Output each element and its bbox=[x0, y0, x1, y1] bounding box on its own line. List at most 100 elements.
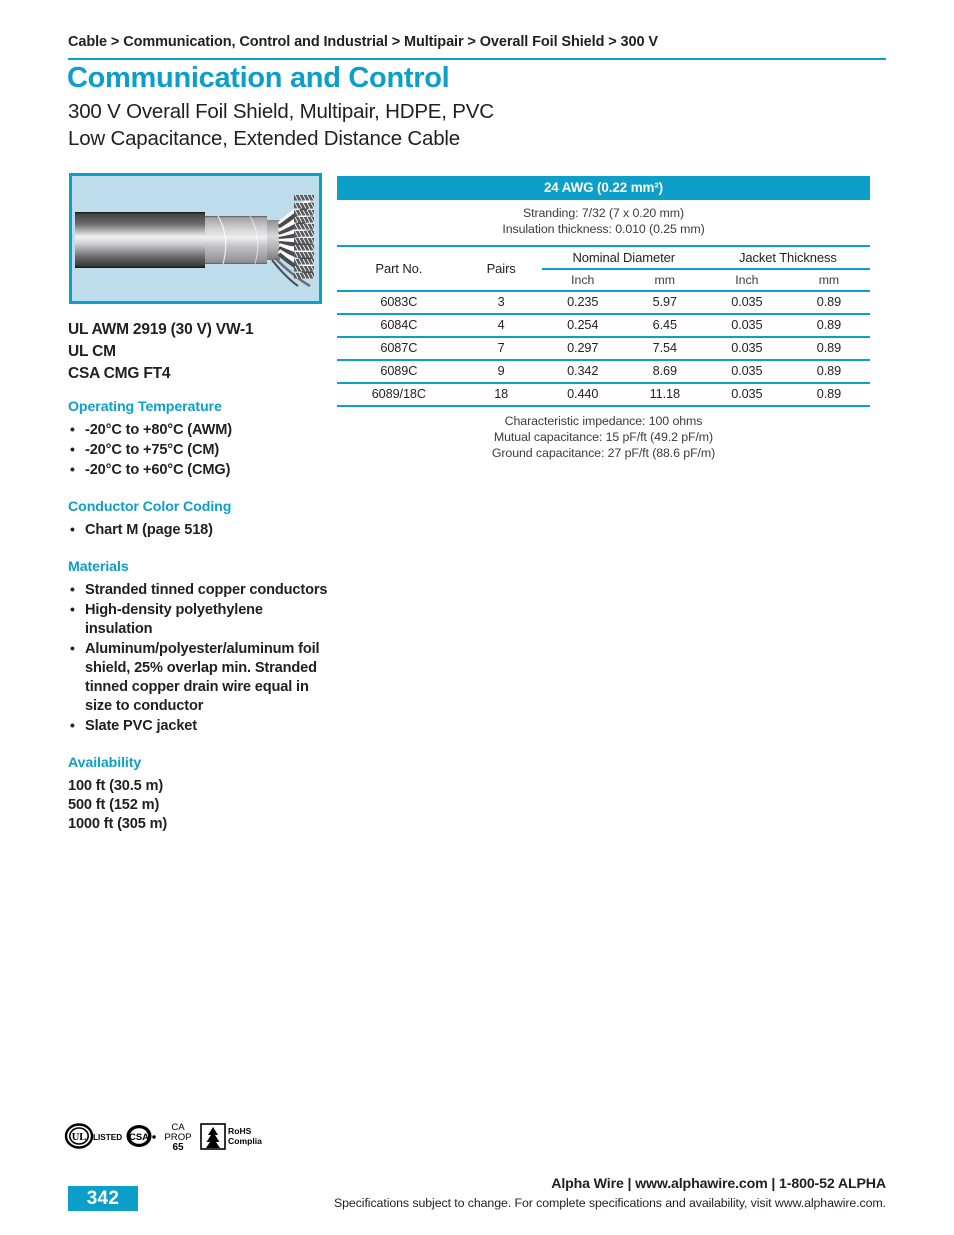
cell-pairs: 9 bbox=[460, 358, 542, 383]
spec-list-item: Stranded tinned copper conductors bbox=[68, 580, 330, 600]
cable-illustration bbox=[72, 176, 319, 301]
table-pre-note: Stranding: 7/32 (7 x 0.20 mm) bbox=[522, 206, 684, 220]
cell-part-no: 6083C bbox=[337, 289, 461, 314]
cell-diameter-inch: 0.297 bbox=[541, 335, 624, 360]
approvals-list: UL AWM 2919 (30 V) VW-1 UL CM CSA CMG FT… bbox=[68, 319, 254, 385]
column-header-jacket-mm: mm bbox=[818, 272, 840, 287]
spec-item-list: Stranded tinned copper conductors High-d… bbox=[68, 580, 330, 736]
spec-heading: Operating Temperature bbox=[68, 399, 222, 415]
table-row: 6089C 9 0.342 8.69 0.035 0.89 bbox=[337, 358, 870, 383]
cell-jacket-mm: 0.89 bbox=[787, 289, 870, 314]
svg-text:CSA: CSA bbox=[129, 1132, 149, 1143]
column-header-pairs: Pairs bbox=[460, 244, 542, 291]
spec-section-conductor-color-coding: Conductor Color Coding Chart M (page 518… bbox=[68, 499, 330, 540]
rohs-compliant-icon: RoHS Compliant bbox=[200, 1123, 270, 1150]
specification-table: Part No. Pairs Nominal Diameter Jacket T… bbox=[337, 244, 870, 408]
svg-text:LISTED: LISTED bbox=[93, 1133, 122, 1142]
availability-line: 100 ft (30.5 m) bbox=[68, 777, 164, 794]
cell-part-no: 6087C bbox=[337, 335, 461, 360]
cell-diameter-inch: 0.235 bbox=[541, 289, 624, 314]
table-pre-note: Insulation thickness: 0.010 (0.25 mm) bbox=[502, 221, 705, 236]
spec-heading: Conductor Color Coding bbox=[68, 498, 232, 515]
cell-jacket-inch: 0.035 bbox=[705, 289, 788, 314]
spec-heading: Materials bbox=[68, 558, 129, 575]
spec-list-item: Chart M (page 518) bbox=[68, 520, 330, 540]
spec-list-item: -20°C to +75°C (CM) bbox=[68, 440, 330, 460]
table-post-note: Ground capacitance: 27 pF/ft (88.6 pF/m) bbox=[491, 445, 716, 460]
cell-diameter-inch: 0.440 bbox=[541, 381, 624, 406]
cell-jacket-mm: 0.89 bbox=[787, 381, 870, 406]
availability-line: 1000 ft (305 m) bbox=[68, 816, 168, 833]
specification-table-block: 24 AWG (0.22 mm²) Stranding: 7/32 (7 x 0… bbox=[337, 176, 870, 461]
certification-logo-group: UL LISTED CSA CA PROP 65 RoHS Complia bbox=[64, 1122, 270, 1153]
ca-prop-65-icon: CA PROP 65 bbox=[164, 1122, 191, 1153]
cell-pairs: 18 bbox=[460, 381, 542, 406]
table-group-header-row: Part No. Pairs Nominal Diameter Jacket T… bbox=[337, 244, 870, 291]
svg-text:UL: UL bbox=[72, 1132, 87, 1143]
table-row: 6084C 4 0.254 6.45 0.035 0.89 bbox=[337, 312, 870, 337]
breadcrumb-divider bbox=[68, 58, 886, 60]
page-subtitle: 300 V Overall Foil Shield, Multipair, HD… bbox=[68, 98, 494, 152]
ul-listed-icon: UL LISTED bbox=[64, 1123, 122, 1149]
cell-jacket-mm: 0.89 bbox=[787, 335, 870, 360]
spec-list-item: High-density polyethylene insulation bbox=[68, 600, 330, 639]
spec-list-item: Aluminum/polyester/aluminum foil shield,… bbox=[68, 639, 330, 716]
cell-diameter-mm: 6.45 bbox=[623, 312, 706, 337]
table-post-note: Mutual capacitance: 15 pF/ft (49.2 pF/m) bbox=[493, 429, 714, 444]
cell-diameter-mm: 8.69 bbox=[623, 358, 706, 383]
table-row: 6083C 3 0.235 5.97 0.035 0.89 bbox=[337, 289, 870, 314]
cell-diameter-inch: 0.342 bbox=[541, 358, 624, 383]
column-header-diameter-mm: mm bbox=[654, 272, 676, 287]
approval-item: CSA CMG FT4 bbox=[68, 364, 171, 382]
column-header-part-no: Part No. bbox=[337, 244, 461, 291]
approval-item: UL CM bbox=[68, 342, 116, 360]
page-subtitle-line-2: Low Capacitance, Extended Distance Cable bbox=[68, 127, 460, 151]
table-awg-header: 24 AWG (0.22 mm²) bbox=[337, 176, 870, 200]
cell-diameter-inch: 0.254 bbox=[541, 312, 624, 337]
svg-text:RoHS: RoHS bbox=[228, 1126, 252, 1136]
spec-section-availability: Availability 100 ft (30.5 m) 500 ft (152… bbox=[68, 755, 330, 835]
column-header-nominal-diameter: Nominal Diameter bbox=[541, 244, 706, 270]
cell-diameter-mm: 7.54 bbox=[623, 335, 706, 360]
page-number-badge: 342 bbox=[68, 1186, 138, 1211]
page-subtitle-line-1: 300 V Overall Foil Shield, Multipair, HD… bbox=[68, 100, 494, 123]
cell-jacket-mm: 0.89 bbox=[787, 312, 870, 337]
cell-part-no: 6089/18C bbox=[337, 381, 461, 406]
spec-section-materials: Materials Stranded tinned copper conduct… bbox=[68, 559, 330, 736]
cell-jacket-inch: 0.035 bbox=[705, 335, 788, 360]
cell-jacket-inch: 0.035 bbox=[705, 312, 788, 337]
table-post-note: Characteristic impedance: 100 ohms bbox=[504, 413, 703, 428]
specifications-column: Operating Temperature -20°C to +80°C (AW… bbox=[68, 399, 330, 834]
spec-list-item: -20°C to +80°C (AWM) bbox=[68, 420, 330, 440]
svg-text:65: 65 bbox=[172, 1142, 184, 1153]
svg-text:Compliant: Compliant bbox=[228, 1136, 262, 1146]
spec-section-operating-temperature: Operating Temperature -20°C to +80°C (AW… bbox=[68, 399, 330, 480]
cell-jacket-inch: 0.035 bbox=[705, 358, 788, 383]
certification-logos: UL LISTED CSA CA PROP 65 RoHS Complia bbox=[62, 1113, 270, 1159]
column-header-diameter-inch: Inch bbox=[571, 272, 595, 287]
table-pre-notes: Stranding: 7/32 (7 x 0.20 mm) Insulation… bbox=[337, 200, 870, 245]
cell-part-no: 6084C bbox=[337, 312, 461, 337]
cell-jacket-mm: 0.89 bbox=[787, 358, 870, 383]
cell-pairs: 4 bbox=[460, 312, 542, 337]
catalog-page: Cable > Communication, Control and Indus… bbox=[0, 0, 954, 1235]
table-row: 6089/18C 18 0.440 11.18 0.035 0.89 bbox=[337, 381, 870, 406]
availability-line: 500 ft (152 m) bbox=[68, 796, 160, 813]
cell-pairs: 7 bbox=[460, 335, 542, 360]
cell-jacket-inch: 0.035 bbox=[705, 381, 788, 406]
approval-item: UL AWM 2919 (30 V) VW-1 bbox=[68, 321, 254, 338]
spec-list-item: Slate PVC jacket bbox=[68, 716, 330, 736]
spec-list-item: -20°C to +60°C (CMG) bbox=[68, 460, 330, 480]
table-post-notes: Characteristic impedance: 100 ohms Mutua… bbox=[337, 407, 870, 462]
spec-heading: Availability bbox=[68, 754, 142, 771]
footer-company-line: Alpha Wire | www.alphawire.com | 1-800-5… bbox=[551, 1176, 886, 1192]
product-image bbox=[69, 173, 322, 304]
csa-icon: CSA bbox=[126, 1125, 156, 1147]
column-header-jacket-thickness: Jacket Thickness bbox=[705, 244, 870, 270]
footer-disclaimer: Specifications subject to change. For co… bbox=[333, 1196, 886, 1210]
cell-diameter-mm: 11.18 bbox=[623, 381, 706, 406]
page-title: Communication and Control bbox=[67, 62, 450, 94]
cell-diameter-mm: 5.97 bbox=[623, 289, 706, 314]
spec-item-list: -20°C to +80°C (AWM) -20°C to +75°C (CM)… bbox=[68, 420, 330, 480]
spec-item-list: Chart M (page 518) bbox=[68, 520, 330, 540]
